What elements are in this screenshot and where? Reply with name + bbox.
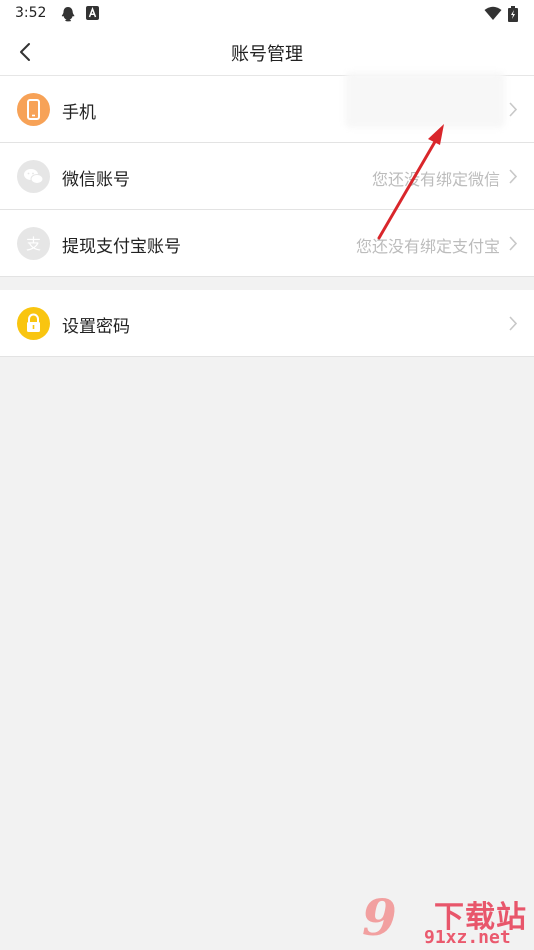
svg-text:支: 支	[26, 235, 41, 253]
chevron-right-icon	[509, 316, 518, 331]
watermark-logo: 9	[362, 888, 397, 947]
chevron-right-icon	[509, 169, 518, 184]
app-bar: 账号管理	[0, 28, 534, 76]
wifi-icon	[484, 6, 502, 20]
alipay-row[interactable]: 支 提现支付宝账号 您还没有绑定支付宝	[0, 210, 534, 277]
page-title: 账号管理	[231, 44, 303, 65]
security-list: 设置密码	[0, 290, 534, 357]
status-bar: 3:52	[0, 0, 534, 28]
redacted-phone-number	[345, 72, 505, 128]
set-password-label: 设置密码	[62, 317, 130, 337]
wechat-label: 微信账号	[62, 170, 130, 190]
alipay-icon: 支	[17, 227, 50, 260]
watermark: 9 下载站 91xz.net	[362, 888, 530, 948]
a-notification-icon	[86, 6, 99, 20]
lock-icon	[17, 307, 50, 340]
watermark-domain: 91xz.net	[424, 927, 511, 948]
phone-icon	[17, 93, 50, 126]
wechat-row[interactable]: 微信账号 您还没有绑定微信	[0, 143, 534, 210]
chevron-right-icon	[509, 236, 518, 251]
chevron-right-icon	[509, 102, 518, 117]
alipay-label: 提现支付宝账号	[62, 237, 181, 257]
wechat-icon	[17, 160, 50, 193]
qq-icon	[61, 7, 75, 22]
set-password-row[interactable]: 设置密码	[0, 290, 534, 357]
phone-label: 手机	[62, 103, 96, 123]
wechat-value: 您还没有绑定微信	[371, 170, 500, 189]
status-time: 3:52	[15, 5, 47, 21]
battery-charging-icon	[508, 6, 518, 22]
alipay-value: 您还没有绑定支付宝	[355, 237, 500, 256]
